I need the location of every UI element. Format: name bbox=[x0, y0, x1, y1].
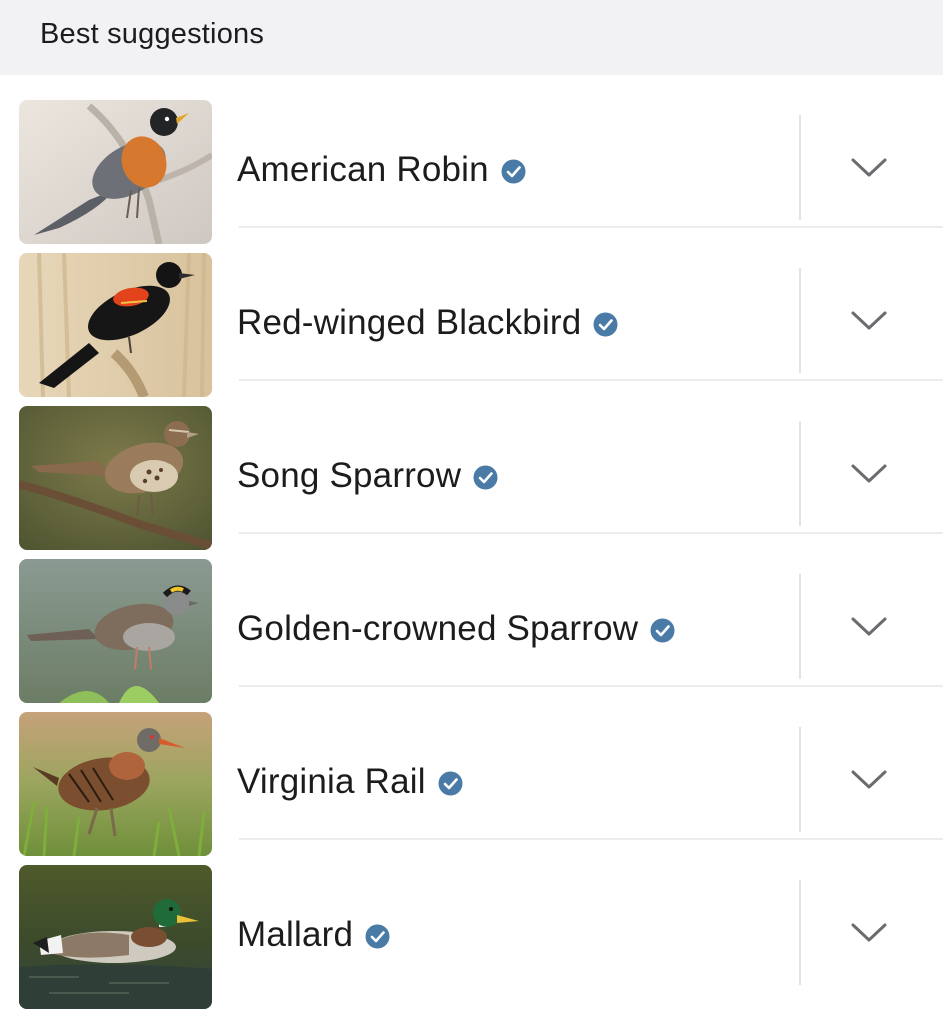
divider bbox=[799, 574, 801, 679]
golden-crowned-sparrow-photo[interactable] bbox=[19, 559, 212, 703]
species-name[interactable]: Golden-crowned Sparrow bbox=[237, 609, 638, 649]
chevron-down-icon[interactable] bbox=[849, 613, 889, 641]
divider bbox=[799, 727, 801, 832]
suggestion-row[interactable]: Song Sparrow bbox=[0, 381, 943, 550]
verified-icon bbox=[438, 771, 463, 796]
verified-icon bbox=[473, 465, 498, 490]
virginia-rail-photo[interactable] bbox=[19, 712, 212, 856]
species-name[interactable]: American Robin bbox=[237, 150, 489, 190]
chevron-down-icon[interactable] bbox=[849, 919, 889, 947]
song-sparrow-photo[interactable] bbox=[19, 406, 212, 550]
suggestion-row[interactable]: Golden-crowned Sparrow bbox=[0, 534, 943, 703]
species-name[interactable]: Virginia Rail bbox=[237, 762, 426, 802]
verified-icon bbox=[365, 924, 390, 949]
chevron-down-icon[interactable] bbox=[849, 307, 889, 335]
species-name[interactable]: Red-winged Blackbird bbox=[237, 303, 581, 343]
chevron-down-icon[interactable] bbox=[849, 154, 889, 182]
verified-icon bbox=[650, 618, 675, 643]
divider bbox=[799, 115, 801, 220]
species-name[interactable]: Mallard bbox=[237, 915, 353, 955]
chevron-down-icon[interactable] bbox=[849, 460, 889, 488]
suggestion-row[interactable]: American Robin bbox=[0, 75, 943, 244]
american-robin-photo[interactable] bbox=[19, 100, 212, 244]
chevron-down-icon[interactable] bbox=[849, 766, 889, 794]
section-title: Best suggestions bbox=[40, 18, 265, 50]
divider bbox=[799, 421, 801, 526]
verified-icon bbox=[501, 159, 526, 184]
suggestion-row[interactable]: Virginia Rail bbox=[0, 687, 943, 856]
suggestion-row[interactable]: Red-winged Blackbird bbox=[0, 228, 943, 397]
red-winged-blackbird-photo[interactable] bbox=[19, 253, 212, 397]
verified-icon bbox=[593, 312, 618, 337]
section-header: Best suggestions bbox=[0, 0, 943, 75]
mallard-photo[interactable] bbox=[19, 865, 212, 1009]
divider bbox=[799, 880, 801, 985]
divider bbox=[799, 268, 801, 373]
suggestion-row[interactable]: Mallard bbox=[0, 840, 943, 1009]
species-name[interactable]: Song Sparrow bbox=[237, 456, 461, 496]
